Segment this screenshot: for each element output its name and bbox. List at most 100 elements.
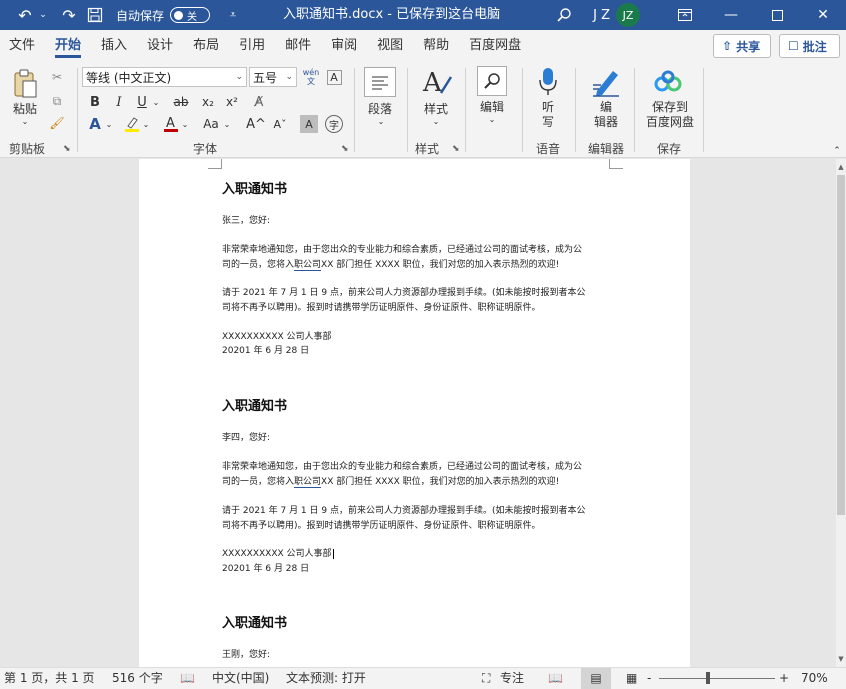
phonetic-guide-icon[interactable]: wén 文 [301, 66, 321, 88]
copy-icon[interactable]: ⧉ [47, 92, 67, 110]
collapse-ribbon-icon[interactable]: ⌃ [831, 146, 843, 156]
font-name-select[interactable]: 等线 (中文正文) ⌄ [82, 67, 247, 87]
styles-group-label: 样式 [415, 142, 440, 156]
highlight-icon[interactable] [123, 114, 141, 134]
customize-quick-access-icon[interactable]: ⩡ [218, 0, 248, 30]
font-launcher-icon[interactable]: ⬊ [341, 144, 349, 154]
proofing-icon[interactable]: 📖 [180, 668, 195, 689]
character-border-icon[interactable]: A [324, 67, 344, 87]
change-case-icon[interactable]: Aa [200, 114, 222, 134]
grow-font-icon[interactable]: A^ [246, 114, 266, 134]
find-icon[interactable] [477, 66, 507, 96]
document-page[interactable]: 入职通知书 张三，您好: 非常荣幸地通知您，由于您出众的专业能力和综合素质，已经… [139, 159, 690, 667]
clipboard-launcher-icon[interactable]: ⬊ [63, 144, 71, 154]
save-icon[interactable] [82, 0, 108, 30]
save-to-baidu-label[interactable]: 保存到 百度网盘 [640, 100, 700, 130]
font-color-icon[interactable]: A [162, 114, 180, 134]
dictate-label[interactable]: 听 写 [533, 100, 563, 130]
paragraph-icon[interactable] [364, 67, 396, 97]
format-painter-icon[interactable]: 🖌 [47, 114, 67, 132]
zoom-out-button[interactable]: - [647, 668, 651, 689]
text-prediction[interactable]: 文本预测: 打开 [286, 668, 366, 689]
editor-label[interactable]: 编 辑器 [584, 100, 628, 130]
page-info[interactable]: 第 1 页，共 1 页 [4, 668, 95, 689]
tab-insert[interactable]: 插入 [91, 30, 137, 62]
flagged-text[interactable]: 职公司 [294, 260, 322, 271]
paste-icon[interactable] [10, 68, 40, 100]
read-mode-icon[interactable]: 📖 [548, 668, 563, 689]
maximize-icon[interactable] [754, 0, 800, 30]
text-effects-dropdown-icon[interactable]: ⌄ [104, 114, 114, 134]
underline-icon[interactable]: U [133, 92, 151, 112]
word-count[interactable]: 516 个字 [112, 668, 163, 689]
styles-icon[interactable]: A [420, 66, 454, 98]
minimize-icon[interactable]: — [708, 0, 754, 30]
shrink-font-icon[interactable]: Aˇ [270, 114, 290, 134]
superscript-icon[interactable]: x² [222, 92, 242, 112]
zoom-slider[interactable] [659, 678, 775, 679]
paragraph-label[interactable]: 段落 [362, 100, 398, 117]
undo-dropdown-icon[interactable]: ⌄ [38, 0, 48, 30]
vertical-scrollbar[interactable]: ▲ ▼ [836, 159, 846, 667]
tab-home[interactable]: 开始 [45, 30, 91, 62]
styles-label[interactable]: 样式 [418, 100, 454, 117]
avatar[interactable]: JZ [616, 3, 640, 27]
language[interactable]: 中文(中国) [212, 668, 269, 689]
autosave-toggle[interactable]: 关 [170, 7, 211, 23]
character-shading-icon[interactable]: A [300, 115, 318, 133]
microphone-icon[interactable] [536, 66, 560, 98]
zoom-slider-thumb[interactable] [706, 672, 710, 684]
flagged-text[interactable]: 职公司 [294, 477, 322, 488]
zoom-level[interactable]: 70% [801, 668, 828, 689]
search-icon[interactable] [552, 0, 576, 30]
bold-icon[interactable]: B [86, 92, 104, 112]
ribbon-display-options-icon[interactable] [662, 0, 708, 30]
styles-dropdown-icon[interactable]: ⌄ [429, 116, 443, 126]
scroll-up-icon[interactable]: ▲ [836, 161, 846, 173]
cut-icon[interactable]: ✂ [47, 68, 67, 86]
tab-baidu-netdisk[interactable]: 百度网盘 [459, 30, 531, 62]
tab-design[interactable]: 设计 [137, 30, 183, 62]
underline-dropdown-icon[interactable]: ⌄ [151, 92, 161, 112]
highlight-dropdown-icon[interactable]: ⌄ [141, 114, 151, 134]
focus-label[interactable]: 专注 [500, 668, 524, 689]
web-layout-icon[interactable]: ▦ [626, 668, 637, 689]
tab-view[interactable]: 视图 [367, 30, 413, 62]
document-area: 入职通知书 张三，您好: 非常荣幸地通知您，由于您出众的专业能力和综合素质，已经… [0, 159, 836, 667]
comments-button[interactable]: ☐ 批注 [779, 34, 840, 58]
redo-icon[interactable]: ↷ [56, 0, 82, 30]
scroll-down-icon[interactable]: ▼ [836, 653, 846, 665]
editing-label[interactable]: 编辑 [474, 98, 510, 115]
tab-mailings[interactable]: 邮件 [275, 30, 321, 62]
editing-dropdown-icon[interactable]: ⌄ [485, 114, 499, 124]
clear-formatting-icon[interactable]: A̸ [249, 92, 269, 112]
baidu-netdisk-icon[interactable] [652, 68, 684, 96]
font-size-select[interactable]: 五号 ⌄ [249, 67, 297, 87]
change-case-dropdown-icon[interactable]: ⌄ [222, 114, 232, 134]
styles-launcher-icon[interactable]: ⬊ [452, 144, 460, 154]
scrollbar-thumb[interactable] [837, 175, 845, 515]
tab-file[interactable]: 文件 [0, 30, 45, 62]
undo-icon[interactable]: ↶ [12, 0, 38, 30]
enclose-characters-icon[interactable]: 字 [325, 115, 343, 133]
italic-icon[interactable]: I [110, 92, 128, 112]
close-icon[interactable]: ✕ [800, 0, 846, 30]
paste-dropdown-icon[interactable]: ⌄ [18, 116, 32, 126]
tab-help[interactable]: 帮助 [413, 30, 459, 62]
focus-icon[interactable]: ⛶ [482, 668, 490, 689]
strikethrough-icon[interactable]: ab [170, 92, 192, 112]
font-color-dropdown-icon[interactable]: ⌄ [180, 114, 190, 134]
paragraph-dropdown-icon[interactable]: ⌄ [374, 116, 388, 126]
paste-label[interactable]: 粘贴 [9, 100, 41, 117]
zoom-in-button[interactable]: + [779, 668, 789, 689]
tab-review[interactable]: 审阅 [321, 30, 367, 62]
text-effects-icon[interactable]: A [86, 114, 104, 134]
editor-icon[interactable] [590, 66, 622, 98]
tab-references[interactable]: 引用 [229, 30, 275, 62]
share-button[interactable]: ⇧ 共享 [713, 34, 771, 58]
document-title: 入职通知书.docx - 已保存到这台电脑 [283, 7, 501, 22]
tab-layout[interactable]: 布局 [183, 30, 229, 62]
subscript-icon[interactable]: x₂ [198, 92, 218, 112]
chevron-down-icon: ⌄ [235, 72, 243, 82]
print-layout-icon[interactable]: ▤ [581, 668, 611, 689]
